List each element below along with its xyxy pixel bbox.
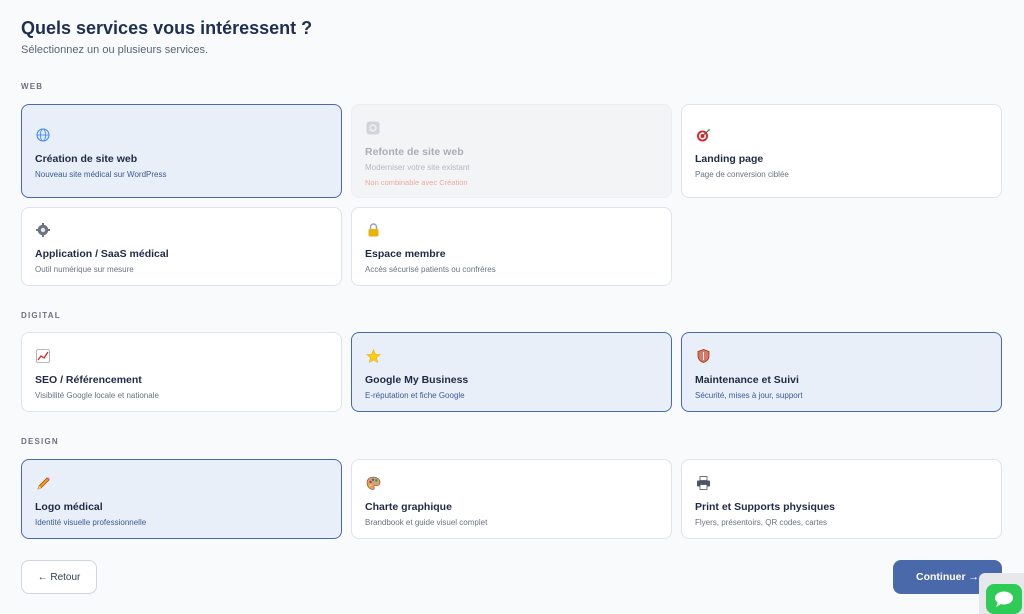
service-card-title: Google My Business [365, 374, 469, 386]
service-card-description: Flyers, présentoirs, QR codes, cartes [695, 518, 828, 527]
palette-icon [365, 475, 381, 491]
service-card-title: Espace membre [365, 248, 446, 260]
back-button-label: ← Retour [37, 571, 81, 583]
section-label-design: DESIGN [21, 437, 59, 446]
service-card-description: Outil numérique sur mesure [35, 265, 134, 274]
section-label-digital: DIGITAL [21, 311, 61, 320]
service-card-refonte-site-web: Refonte de site web Moderniser votre sit… [351, 104, 672, 198]
printer-icon [695, 475, 711, 491]
service-card-title: Charte graphique [365, 501, 452, 513]
refresh-icon [365, 120, 381, 136]
gear-icon [35, 222, 51, 238]
service-card-description: Visibilité Google locale et nationale [35, 391, 159, 400]
service-card-description: Page de conversion ciblée [695, 170, 789, 179]
service-card-description: Nouveau site médical sur WordPress [35, 170, 167, 179]
service-card-title: Print et Supports physiques [695, 501, 836, 513]
service-card-title: Logo médical [35, 501, 103, 513]
globe-icon [35, 127, 51, 143]
back-button[interactable]: ← Retour [21, 560, 97, 594]
service-card-title: Application / SaaS médical [35, 248, 169, 260]
star-icon [365, 348, 381, 364]
continue-button-label: Continuer → [916, 571, 979, 583]
service-card-logo-medical[interactable]: Logo médical Identité visuelle professio… [21, 459, 342, 539]
lock-icon [365, 222, 381, 238]
service-card-description: Brandbook et guide visuel complet [365, 518, 488, 527]
page-subtitle: Sélectionnez un ou plusieurs services. [21, 44, 209, 56]
target-icon [695, 127, 711, 143]
service-card-description: Sécurité, mises à jour, support [695, 391, 803, 400]
service-card-description: Identité visuelle professionnelle [35, 518, 147, 527]
service-card-landing-page[interactable]: Landing page Page de conversion ciblée [681, 104, 1002, 198]
service-card-google-my-business[interactable]: Google My Business E-réputation et fiche… [351, 332, 672, 412]
service-card-title: Création de site web [35, 153, 138, 165]
service-card-creation-site-web[interactable]: Création de site web Nouveau site médica… [21, 104, 342, 198]
pencil-icon [35, 475, 51, 491]
service-card-seo[interactable]: SEO / Référencement Visibilité Google lo… [21, 332, 342, 412]
service-card-title: Refonte de site web [365, 146, 464, 158]
page-title: Quels services vous intéressent ? [21, 18, 313, 38]
service-card-espace-membre[interactable]: Espace membre Accès sécurisé patients ou… [351, 207, 672, 286]
service-card-title: Maintenance et Suivi [695, 374, 799, 386]
service-card-description: E-réputation et fiche Google [365, 391, 465, 400]
chat-bubble-icon[interactable] [986, 584, 1022, 614]
service-card-charte-graphique[interactable]: Charte graphique Brandbook et guide visu… [351, 459, 672, 539]
incompatibility-warning: Non combinable avec Création [365, 178, 468, 187]
section-label-web: WEB [21, 82, 44, 91]
shield-icon [695, 348, 711, 364]
service-card-maintenance[interactable]: Maintenance et Suivi Sécurité, mises à j… [681, 332, 1002, 412]
chart-icon [35, 348, 51, 364]
service-card-title: SEO / Référencement [35, 374, 142, 386]
service-card-print-supports[interactable]: Print et Supports physiques Flyers, prés… [681, 459, 1002, 539]
service-card-title: Landing page [695, 153, 764, 165]
chat-widget[interactable] [979, 573, 1024, 614]
service-card-description: Moderniser votre site existant [365, 163, 470, 172]
service-card-description: Accès sécurisé patients ou confrères [365, 265, 496, 274]
service-card-application-saas[interactable]: Application / SaaS médical Outil numériq… [21, 207, 342, 286]
